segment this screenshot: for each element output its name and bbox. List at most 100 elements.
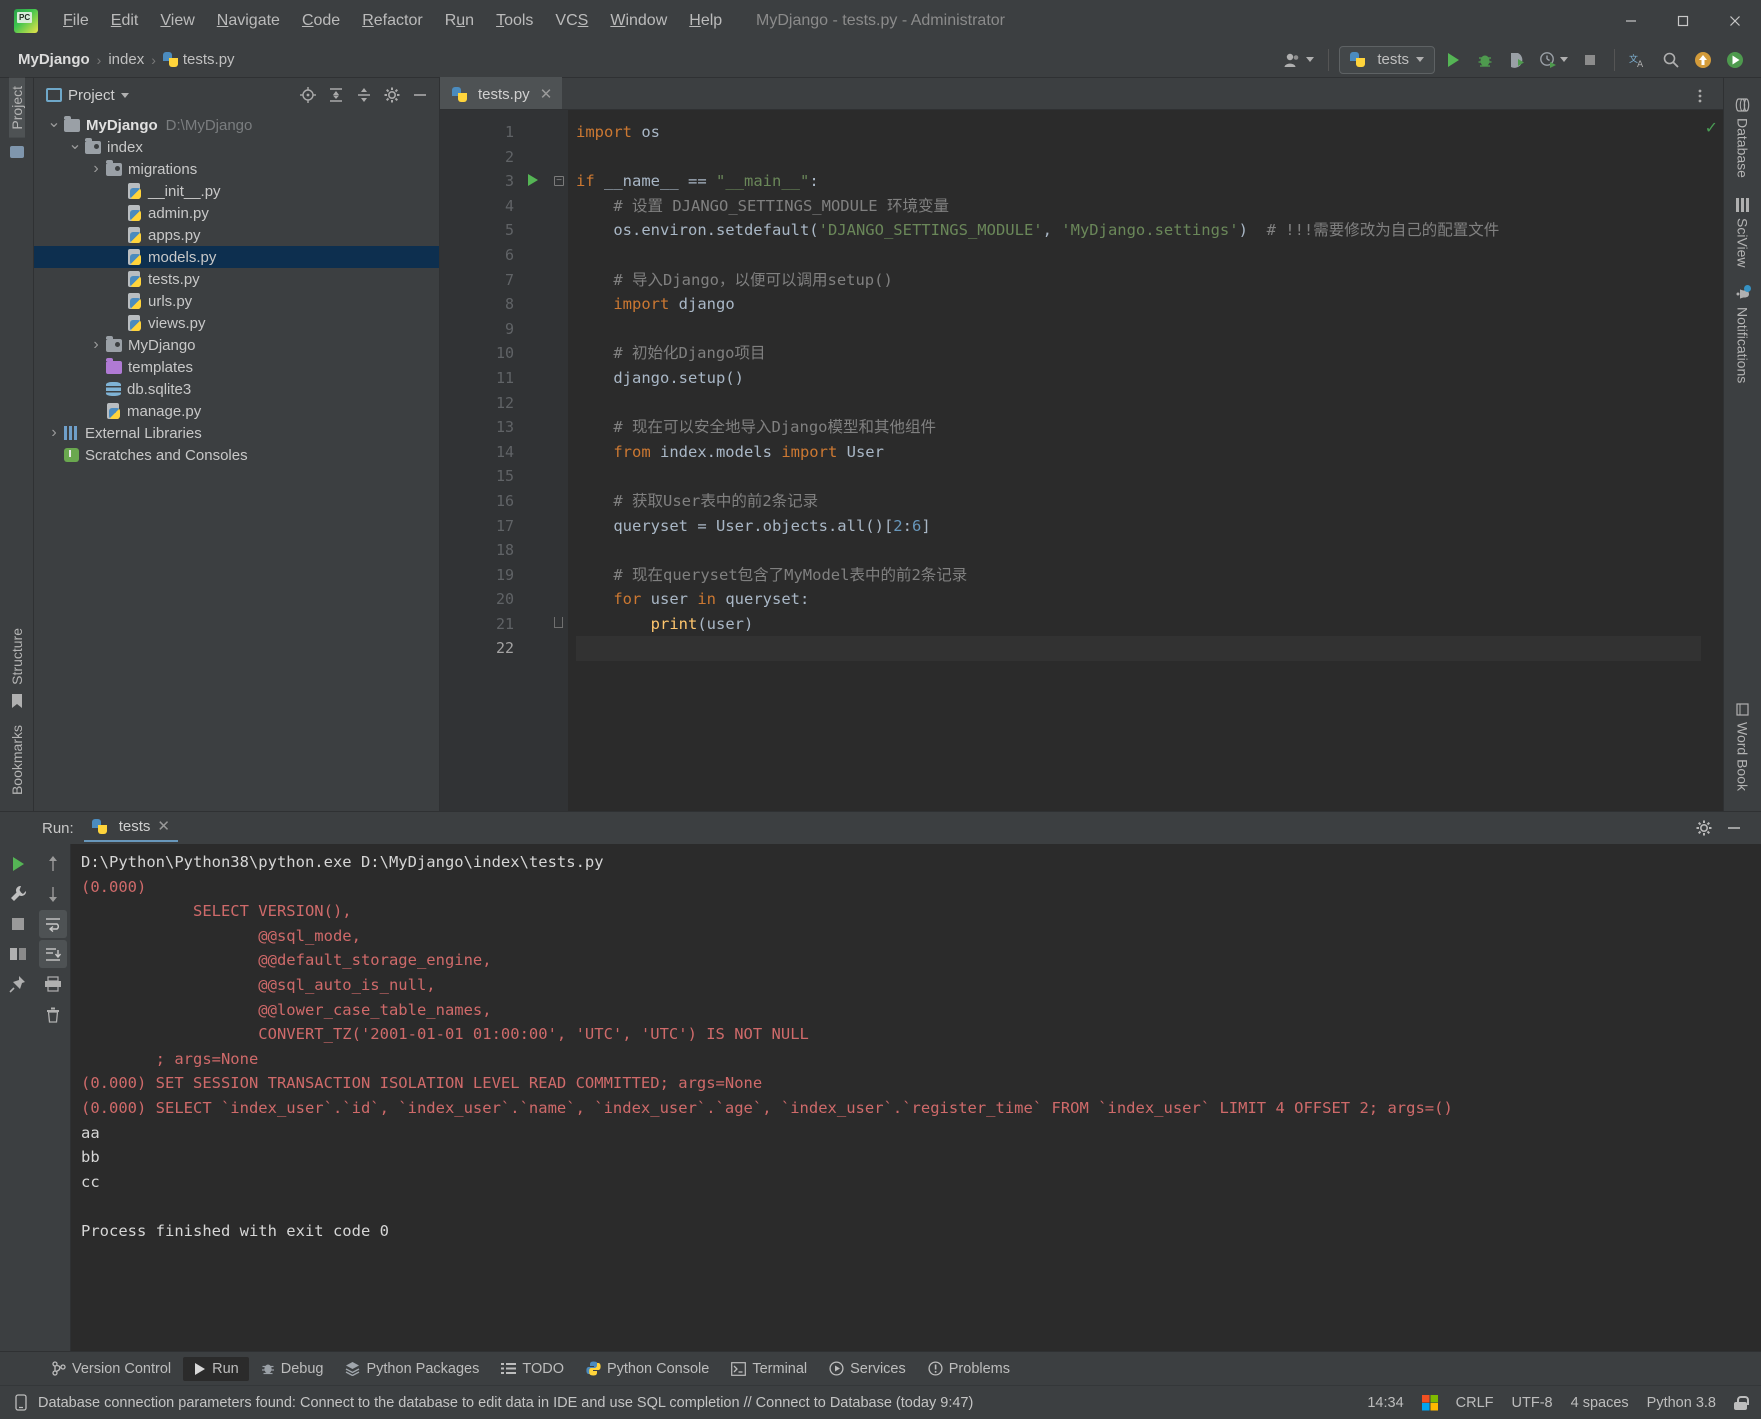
code-line[interactable] — [576, 636, 1701, 662]
minimize-button[interactable] — [1605, 0, 1657, 42]
code-line[interactable]: import os — [576, 120, 1701, 145]
tool-window-button-python-console[interactable]: Python Console — [576, 1357, 719, 1381]
tree-node-apps-py[interactable]: apps.py — [34, 224, 439, 246]
hide-panel-icon[interactable] — [1721, 815, 1747, 841]
gutter-marker-row[interactable] — [522, 341, 568, 366]
sidebar-item-database[interactable]: Database — [1735, 88, 1751, 188]
code-editor[interactable]: 1 2 3 4 5 6 7 8 9 10 11 12 13 14 15 16 17 18 19 20 21 22 − im… — [440, 110, 1723, 811]
tree-node-mydjango[interactable]: MyDjango D:\MyDjango — [34, 114, 439, 136]
user-account-button[interactable] — [1280, 46, 1318, 74]
code-line[interactable]: os.environ.setdefault('DJANGO_SETTINGS_M… — [576, 218, 1701, 243]
gutter-marker-row[interactable] — [522, 243, 568, 268]
expand-all-icon[interactable] — [323, 82, 349, 108]
tool-window-button-run[interactable]: Run — [183, 1356, 249, 1381]
tree-node-manage-py[interactable]: manage.py — [34, 400, 439, 422]
code-line[interactable] — [576, 145, 1701, 170]
code-line[interactable]: # 现在可以安全地导入Django模型和其他组件 — [576, 415, 1701, 440]
gutter-marker-row[interactable] — [522, 268, 568, 293]
close-icon[interactable]: ✕ — [157, 817, 170, 835]
maximize-button[interactable] — [1657, 0, 1709, 42]
code-line[interactable] — [576, 317, 1701, 342]
settings-button[interactable] — [1721, 46, 1749, 74]
scroll-down-icon[interactable] — [39, 880, 67, 908]
trash-icon[interactable] — [39, 1000, 67, 1028]
tree-node-mydjango[interactable]: MyDjango — [34, 334, 439, 356]
tree-node--init-py[interactable]: __init__.py — [34, 180, 439, 202]
layout-icon[interactable] — [4, 940, 32, 968]
locate-icon[interactable] — [295, 82, 321, 108]
stop-button[interactable] — [1576, 46, 1604, 74]
gear-icon[interactable] — [379, 82, 405, 108]
stop-button[interactable] — [4, 910, 32, 938]
code-text[interactable]: import os if __name__ == "__main__": # 设… — [568, 110, 1701, 811]
code-line[interactable]: import django — [576, 292, 1701, 317]
breadcrumb-file[interactable]: tests.py — [162, 51, 235, 68]
menu-refactor[interactable]: Refactor — [351, 8, 433, 34]
run-gutter-icon[interactable] — [528, 174, 538, 187]
gutter-marker-row[interactable] — [522, 317, 568, 342]
translate-button[interactable]: 文A — [1625, 46, 1653, 74]
sidebar-item-bookmarks[interactable]: Bookmarks — [9, 717, 25, 803]
chevron-right-icon[interactable] — [86, 336, 106, 354]
hide-panel-icon[interactable] — [407, 82, 433, 108]
run-configuration-selector[interactable]: tests — [1339, 45, 1435, 74]
scroll-up-icon[interactable] — [39, 850, 67, 878]
close-icon[interactable]: ✕ — [540, 85, 553, 103]
menu-help[interactable]: Help — [678, 8, 733, 34]
chevron-down-icon[interactable] — [44, 115, 64, 135]
fold-region-icon[interactable]: − — [554, 176, 564, 187]
gutter-marker-row[interactable] — [522, 636, 568, 661]
menu-file[interactable]: File — [52, 8, 100, 34]
indent-setting[interactable]: 4 spaces — [1571, 1395, 1629, 1411]
gutter-marker-row[interactable] — [522, 218, 568, 243]
gutter-marker-row[interactable] — [522, 587, 568, 612]
tool-window-button-problems[interactable]: Problems — [918, 1357, 1020, 1381]
tree-node-index[interactable]: index — [34, 136, 439, 158]
code-line[interactable]: django.setup() — [576, 366, 1701, 391]
chevron-right-icon[interactable] — [44, 424, 64, 442]
line-separator[interactable]: CRLF — [1456, 1395, 1494, 1411]
gutter-marker-row[interactable] — [522, 292, 568, 317]
code-line[interactable]: print(user) — [576, 612, 1701, 637]
more-options-icon[interactable] — [1687, 83, 1713, 109]
pin-icon[interactable] — [4, 970, 32, 998]
run-tab-tests[interactable]: tests ✕ — [83, 814, 178, 842]
python-interpreter[interactable]: Python 3.8 — [1647, 1395, 1716, 1411]
menu-window[interactable]: Window — [599, 8, 678, 34]
gutter-marker-row[interactable] — [522, 514, 568, 539]
code-line[interactable]: # 现在queryset包含了MyModel表中的前2条记录 — [576, 563, 1701, 588]
gutter-marker-row[interactable] — [522, 612, 568, 637]
sidebar-item-notifications[interactable]: Notifications — [1735, 277, 1751, 393]
scroll-to-end-icon[interactable] — [39, 940, 67, 968]
gutter-marker-row[interactable] — [522, 391, 568, 416]
profile-button[interactable] — [1535, 46, 1572, 74]
code-line[interactable]: queryset = User.objects.all()[2:6] — [576, 514, 1701, 539]
gutter-marker-row[interactable] — [522, 440, 568, 465]
tool-window-button-python-packages[interactable]: Python Packages — [335, 1357, 489, 1381]
console-output[interactable]: D:\Python\Python38\python.exe D:\MyDjang… — [70, 844, 1741, 1351]
soft-wrap-icon[interactable] — [39, 910, 67, 938]
menu-view[interactable]: View — [149, 8, 205, 34]
close-button[interactable] — [1709, 0, 1761, 42]
sidebar-item-project[interactable]: Project — [8, 78, 25, 138]
tool-window-button-todo[interactable]: TODO — [491, 1357, 574, 1381]
code-line[interactable] — [576, 243, 1701, 268]
gutter-marker-row[interactable] — [522, 489, 568, 514]
breadcrumb-project[interactable]: MyDjango — [18, 51, 90, 68]
console-scrollbar[interactable] — [1741, 844, 1761, 1351]
code-line[interactable] — [576, 464, 1701, 489]
breadcrumb-folder[interactable]: index — [108, 51, 144, 68]
run-with-coverage-button[interactable] — [1503, 46, 1531, 74]
code-line[interactable]: from index.models import User — [576, 440, 1701, 465]
tree-node-tests-py[interactable]: tests.py — [34, 268, 439, 290]
code-line[interactable]: # 导入Django，以便可以调用setup() — [576, 268, 1701, 293]
structure-mini-icon[interactable] — [9, 145, 24, 158]
debug-button[interactable] — [1471, 46, 1499, 74]
chevron-right-icon[interactable] — [86, 160, 106, 178]
run-button[interactable] — [1439, 46, 1467, 74]
tree-node-views-py[interactable]: views.py — [34, 312, 439, 334]
sidebar-item-structure[interactable]: Structure — [9, 620, 25, 693]
tree-node-urls-py[interactable]: urls.py — [34, 290, 439, 312]
project-tree[interactable]: MyDjango D:\MyDjango index migrations __init… — [34, 112, 439, 811]
tool-window-button-terminal[interactable]: Terminal — [721, 1357, 817, 1381]
